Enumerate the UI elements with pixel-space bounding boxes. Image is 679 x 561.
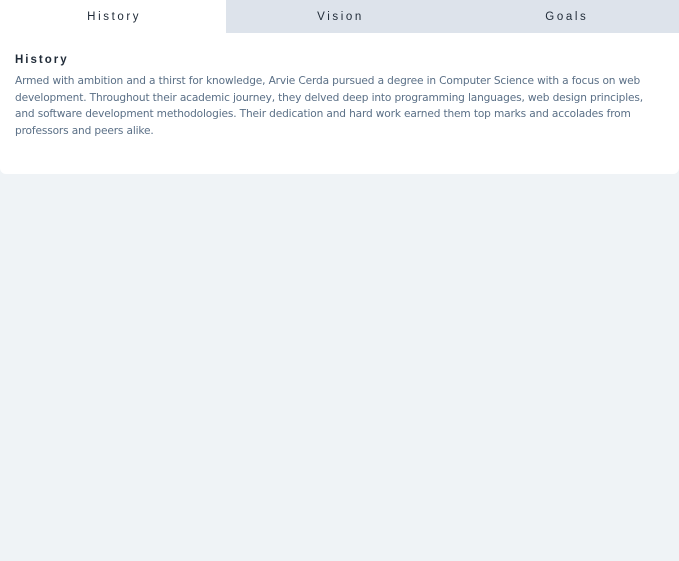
panel-body-text: Armed with ambition and a thirst for kno…	[15, 75, 643, 137]
tab-bar: History Vision Goals	[0, 0, 679, 33]
tab-vision[interactable]: Vision	[226, 0, 452, 33]
panel-title: History	[15, 54, 69, 66]
tab-history[interactable]: History	[0, 0, 227, 33]
tab-goals[interactable]: Goals	[453, 0, 679, 33]
tab-panel-history: History Armed with ambition and a thirst…	[0, 33, 679, 174]
